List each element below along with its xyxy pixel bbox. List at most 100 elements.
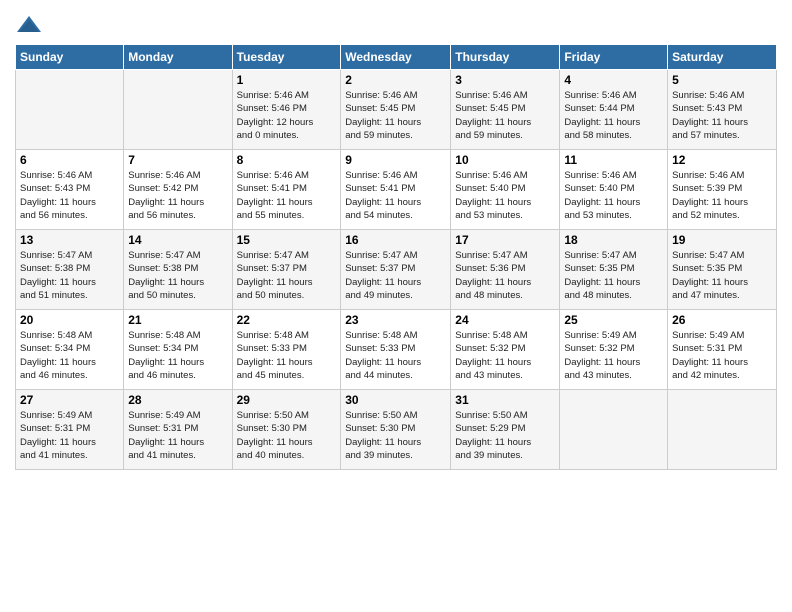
day-detail: Sunrise: 5:46 AM Sunset: 5:45 PM Dayligh…	[345, 89, 446, 142]
calendar-cell: 16Sunrise: 5:47 AM Sunset: 5:37 PM Dayli…	[341, 230, 451, 310]
calendar-week-4: 20 Sunrise: 5:48 AM Sunset: 5:34 PM Dayli…	[16, 310, 777, 390]
day-detail: Sunrise: 5:46 AM Sunset: 5:45 PM Dayligh…	[455, 89, 555, 142]
day-detail: Sunrise: 5:49 AM Sunset: 5:32 PM Dayligh…	[564, 329, 663, 382]
day-detail: Sunrise: 5:48 AM Sunset: 5:33 PM Dayligh…	[237, 329, 337, 382]
day-detail: Sunrise: 5:47 AM Sunset: 5:36 PM Dayligh…	[455, 249, 555, 302]
day-detail: Sunrise: 5:47 AM Sunset: 5:37 PM Dayligh…	[345, 249, 446, 302]
calendar-cell: 21Sunrise: 5:48 AM Sunset: 5:34 PM Dayli…	[124, 310, 232, 390]
col-header-sunday: Sunday	[16, 45, 124, 70]
col-header-saturday: Saturday	[668, 45, 777, 70]
day-number: 5	[672, 73, 772, 87]
calendar-cell: 14 Sunrise: 5:47 AM Sunset: 5:38 PM Dayli…	[124, 230, 232, 310]
calendar-cell: 2 Sunrise: 5:46 AM Sunset: 5:45 PM Daylig…	[341, 70, 451, 150]
page-container: SundayMondayTuesdayWednesdayThursdayFrid…	[0, 0, 792, 475]
day-detail: Sunrise: 5:46 AM Sunset: 5:42 PM Dayligh…	[128, 169, 227, 222]
calendar-cell	[668, 390, 777, 470]
day-detail: Sunrise: 5:46 AM Sunset: 5:46 PM Dayligh…	[237, 89, 337, 142]
day-detail: Sunrise: 5:49 AM Sunset: 5:31 PM Dayligh…	[672, 329, 772, 382]
calendar-cell: 11 Sunrise: 5:46 AM Sunset: 5:40 PM Dayli…	[560, 150, 668, 230]
calendar-cell: 31 Sunrise: 5:50 AM Sunset: 5:29 PM Dayli…	[451, 390, 560, 470]
logo-icon	[15, 14, 43, 38]
calendar-cell	[560, 390, 668, 470]
day-number: 9	[345, 153, 446, 167]
calendar-cell: 28Sunrise: 5:49 AM Sunset: 5:31 PM Dayli…	[124, 390, 232, 470]
day-number: 21	[128, 313, 227, 327]
day-detail: Sunrise: 5:47 AM Sunset: 5:38 PM Dayligh…	[128, 249, 227, 302]
calendar-cell: 13Sunrise: 5:47 AM Sunset: 5:38 PM Dayli…	[16, 230, 124, 310]
day-number: 6	[20, 153, 119, 167]
day-number: 29	[237, 393, 337, 407]
day-detail: Sunrise: 5:47 AM Sunset: 5:38 PM Dayligh…	[20, 249, 119, 302]
calendar-cell: 18 Sunrise: 5:47 AM Sunset: 5:35 PM Dayli…	[560, 230, 668, 310]
day-detail: Sunrise: 5:50 AM Sunset: 5:30 PM Dayligh…	[345, 409, 446, 462]
calendar-cell: 20 Sunrise: 5:48 AM Sunset: 5:34 PM Dayli…	[16, 310, 124, 390]
day-number: 20	[20, 313, 119, 327]
day-detail: Sunrise: 5:49 AM Sunset: 5:31 PM Dayligh…	[128, 409, 227, 462]
calendar-week-3: 13Sunrise: 5:47 AM Sunset: 5:38 PM Dayli…	[16, 230, 777, 310]
day-detail: Sunrise: 5:50 AM Sunset: 5:29 PM Dayligh…	[455, 409, 555, 462]
calendar-cell	[124, 70, 232, 150]
day-detail: Sunrise: 5:47 AM Sunset: 5:35 PM Dayligh…	[564, 249, 663, 302]
day-detail: Sunrise: 5:46 AM Sunset: 5:44 PM Dayligh…	[564, 89, 663, 142]
calendar-cell: 5 Sunrise: 5:46 AM Sunset: 5:43 PM Daylig…	[668, 70, 777, 150]
header-row: SundayMondayTuesdayWednesdayThursdayFrid…	[16, 45, 777, 70]
day-number: 11	[564, 153, 663, 167]
col-header-monday: Monday	[124, 45, 232, 70]
calendar-cell: 3 Sunrise: 5:46 AM Sunset: 5:45 PM Daylig…	[451, 70, 560, 150]
day-detail: Sunrise: 5:48 AM Sunset: 5:33 PM Dayligh…	[345, 329, 446, 382]
day-number: 23	[345, 313, 446, 327]
day-detail: Sunrise: 5:47 AM Sunset: 5:37 PM Dayligh…	[237, 249, 337, 302]
calendar-cell: 22 Sunrise: 5:48 AM Sunset: 5:33 PM Dayli…	[232, 310, 341, 390]
calendar-cell: 10Sunrise: 5:46 AM Sunset: 5:40 PM Dayli…	[451, 150, 560, 230]
calendar-cell: 24 Sunrise: 5:48 AM Sunset: 5:32 PM Dayli…	[451, 310, 560, 390]
logo	[15, 14, 45, 38]
calendar-cell: 15Sunrise: 5:47 AM Sunset: 5:37 PM Dayli…	[232, 230, 341, 310]
day-number: 18	[564, 233, 663, 247]
day-detail: Sunrise: 5:46 AM Sunset: 5:41 PM Dayligh…	[237, 169, 337, 222]
calendar-cell: 17 Sunrise: 5:47 AM Sunset: 5:36 PM Dayli…	[451, 230, 560, 310]
calendar-cell: 26 Sunrise: 5:49 AM Sunset: 5:31 PM Dayli…	[668, 310, 777, 390]
day-number: 2	[345, 73, 446, 87]
calendar-cell: 30 Sunrise: 5:50 AM Sunset: 5:30 PM Dayli…	[341, 390, 451, 470]
day-number: 4	[564, 73, 663, 87]
calendar-cell: 9 Sunrise: 5:46 AM Sunset: 5:41 PM Daylig…	[341, 150, 451, 230]
calendar-cell: 29Sunrise: 5:50 AM Sunset: 5:30 PM Dayli…	[232, 390, 341, 470]
day-detail: Sunrise: 5:46 AM Sunset: 5:40 PM Dayligh…	[564, 169, 663, 222]
day-number: 24	[455, 313, 555, 327]
calendar-table: SundayMondayTuesdayWednesdayThursdayFrid…	[15, 44, 777, 470]
calendar-cell: 1Sunrise: 5:46 AM Sunset: 5:46 PM Daylig…	[232, 70, 341, 150]
day-detail: Sunrise: 5:49 AM Sunset: 5:31 PM Dayligh…	[20, 409, 119, 462]
day-number: 14	[128, 233, 227, 247]
day-detail: Sunrise: 5:46 AM Sunset: 5:43 PM Dayligh…	[20, 169, 119, 222]
calendar-cell: 8 Sunrise: 5:46 AM Sunset: 5:41 PM Daylig…	[232, 150, 341, 230]
day-detail: Sunrise: 5:46 AM Sunset: 5:39 PM Dayligh…	[672, 169, 772, 222]
day-number: 22	[237, 313, 337, 327]
day-detail: Sunrise: 5:46 AM Sunset: 5:43 PM Dayligh…	[672, 89, 772, 142]
day-number: 7	[128, 153, 227, 167]
day-detail: Sunrise: 5:48 AM Sunset: 5:32 PM Dayligh…	[455, 329, 555, 382]
calendar-week-1: 1Sunrise: 5:46 AM Sunset: 5:46 PM Daylig…	[16, 70, 777, 150]
day-number: 19	[672, 233, 772, 247]
calendar-cell: 25 Sunrise: 5:49 AM Sunset: 5:32 PM Dayli…	[560, 310, 668, 390]
day-number: 25	[564, 313, 663, 327]
day-detail: Sunrise: 5:48 AM Sunset: 5:34 PM Dayligh…	[20, 329, 119, 382]
col-header-friday: Friday	[560, 45, 668, 70]
calendar-cell: 19 Sunrise: 5:47 AM Sunset: 5:35 PM Dayli…	[668, 230, 777, 310]
day-number: 30	[345, 393, 446, 407]
calendar-cell: 4 Sunrise: 5:46 AM Sunset: 5:44 PM Daylig…	[560, 70, 668, 150]
day-number: 26	[672, 313, 772, 327]
day-number: 17	[455, 233, 555, 247]
calendar-cell: 6 Sunrise: 5:46 AM Sunset: 5:43 PM Daylig…	[16, 150, 124, 230]
col-header-thursday: Thursday	[451, 45, 560, 70]
day-number: 3	[455, 73, 555, 87]
col-header-tuesday: Tuesday	[232, 45, 341, 70]
day-number: 8	[237, 153, 337, 167]
header	[15, 10, 777, 38]
day-detail: Sunrise: 5:47 AM Sunset: 5:35 PM Dayligh…	[672, 249, 772, 302]
day-detail: Sunrise: 5:46 AM Sunset: 5:41 PM Dayligh…	[345, 169, 446, 222]
calendar-cell	[16, 70, 124, 150]
day-number: 10	[455, 153, 555, 167]
day-number: 31	[455, 393, 555, 407]
calendar-week-2: 6 Sunrise: 5:46 AM Sunset: 5:43 PM Daylig…	[16, 150, 777, 230]
day-number: 12	[672, 153, 772, 167]
